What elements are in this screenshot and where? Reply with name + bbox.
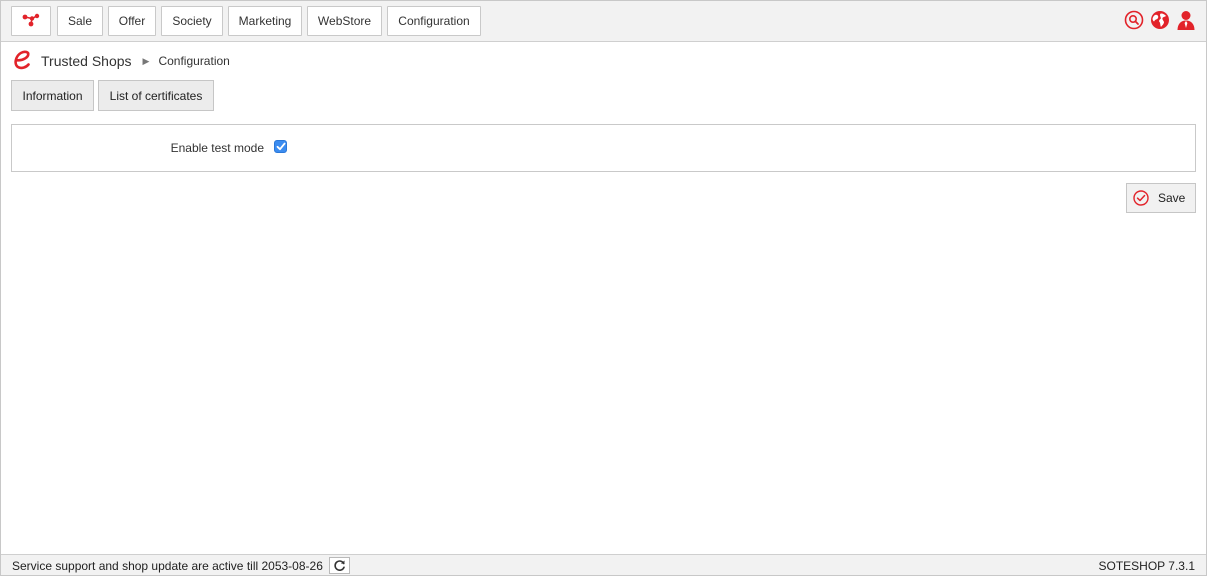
nav-webstore[interactable]: WebStore: [307, 6, 382, 36]
search-button[interactable]: [1123, 10, 1145, 32]
support-status-text: Service support and shop update are acti…: [12, 559, 323, 573]
user-icon: [1176, 10, 1196, 33]
breadcrumb-separator-icon: ▶: [142, 55, 150, 66]
configuration-form-panel: Enable test mode: [11, 124, 1196, 172]
check-circle-icon: [1133, 190, 1149, 206]
nav-offer[interactable]: Offer: [108, 6, 156, 36]
refresh-icon: [333, 559, 346, 572]
app-window: Sale Offer Society Marketing WebStore Co…: [0, 0, 1207, 576]
breadcrumb-app-link[interactable]: Trusted Shops: [41, 53, 132, 69]
breadcrumb-current-page: Configuration: [158, 54, 230, 68]
status-footer: Service support and shop update are acti…: [1, 554, 1206, 575]
test-mode-label: Enable test mode: [170, 141, 264, 155]
save-button[interactable]: Save: [1126, 183, 1196, 213]
checkmark-icon: [276, 140, 286, 154]
breadcrumb: Trusted Shops ▶ Configuration: [13, 49, 230, 73]
network-logo-icon: [22, 13, 40, 30]
nav-marketing[interactable]: Marketing: [228, 6, 302, 36]
e-logo-icon: [13, 49, 33, 74]
tab-list-of-certificates[interactable]: List of certificates: [98, 80, 214, 111]
version-label: SOTESHOP 7.3.1: [1098, 559, 1196, 573]
home-logo-button[interactable]: [11, 6, 51, 36]
save-button-label: Save: [1158, 191, 1186, 205]
nav-sale[interactable]: Sale: [57, 6, 103, 36]
top-navigation-bar: Sale Offer Society Marketing WebStore Co…: [1, 1, 1206, 42]
test-mode-checkbox[interactable]: [274, 140, 287, 153]
nav-configuration[interactable]: Configuration: [387, 6, 481, 36]
tab-information[interactable]: Information: [11, 80, 94, 111]
nav-society[interactable]: Society: [161, 6, 223, 36]
user-account-button[interactable]: [1175, 10, 1197, 32]
language-button[interactable]: [1149, 10, 1171, 32]
search-icon: [1124, 10, 1144, 33]
refresh-button[interactable]: [329, 557, 350, 574]
globe-icon: [1150, 10, 1170, 33]
